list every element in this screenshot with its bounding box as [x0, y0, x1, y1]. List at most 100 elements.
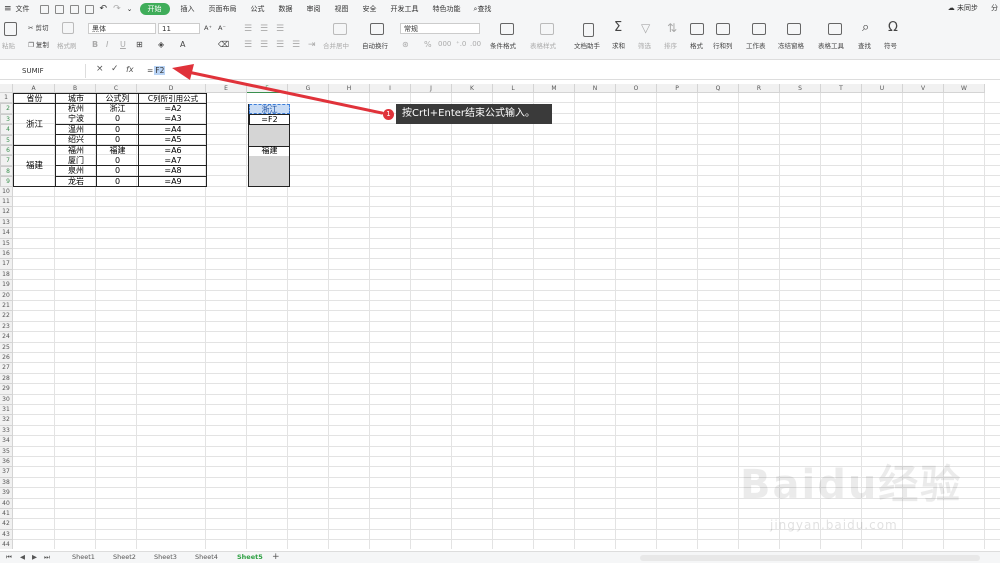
- filter-button[interactable]: 筛选: [638, 40, 651, 50]
- row-header-22[interactable]: 22: [0, 311, 13, 322]
- row-header-26[interactable]: 26: [0, 353, 13, 364]
- horizontal-scrollbar[interactable]: [640, 555, 980, 561]
- column-header-u[interactable]: U: [862, 84, 903, 93]
- redo-icon[interactable]: ↷: [113, 4, 121, 14]
- print-icon[interactable]: [69, 4, 79, 14]
- worksheet-icon[interactable]: [752, 23, 766, 35]
- column-header-k[interactable]: K: [452, 84, 493, 93]
- clear-icon[interactable]: ⌫: [218, 40, 229, 49]
- ref-cell[interactable]: =A7: [139, 156, 207, 166]
- cell-f2-source[interactable]: 浙江: [249, 104, 290, 115]
- indent-icon[interactable]: ⇥: [308, 40, 316, 50]
- row-header-29[interactable]: 29: [0, 384, 13, 395]
- decrease-decimal-icon[interactable]: .00: [470, 40, 481, 48]
- column-header-o[interactable]: O: [616, 84, 657, 93]
- merge-icon[interactable]: [333, 23, 347, 35]
- row-header-35[interactable]: 35: [0, 446, 13, 457]
- ref-cell[interactable]: =A3: [139, 114, 207, 124]
- row-header-37[interactable]: 37: [0, 467, 13, 478]
- row-header-44[interactable]: 44: [0, 540, 13, 549]
- row-header-1[interactable]: 1: [0, 93, 13, 104]
- confirm-formula-icon[interactable]: ✓: [111, 64, 119, 74]
- city-cell[interactable]: 绍兴: [56, 135, 96, 145]
- row-header-36[interactable]: 36: [0, 457, 13, 468]
- row-header-2[interactable]: 2: [0, 103, 13, 114]
- city-cell[interactable]: 杭州: [56, 104, 96, 114]
- ref-cell[interactable]: =A4: [139, 125, 207, 135]
- filter-icon[interactable]: ▽: [641, 21, 650, 35]
- bold-icon[interactable]: B: [92, 40, 98, 49]
- row-header-42[interactable]: 42: [0, 519, 13, 530]
- font-color-icon[interactable]: A: [180, 40, 185, 49]
- column-header-h[interactable]: H: [329, 84, 370, 93]
- cell-f6[interactable]: 福建: [249, 146, 290, 156]
- row-header-5[interactable]: 5: [0, 134, 13, 145]
- table-tools-icon[interactable]: [828, 23, 842, 35]
- format-icon[interactable]: [690, 23, 704, 35]
- tab-special[interactable]: 特色功能: [426, 0, 468, 18]
- row-col-button[interactable]: 行和列: [713, 40, 733, 50]
- tab-security[interactable]: 安全: [356, 0, 384, 18]
- row-header-10[interactable]: 10: [0, 186, 13, 197]
- paste-icon[interactable]: [4, 22, 17, 36]
- row-header-7[interactable]: 7: [0, 155, 13, 166]
- row-header-18[interactable]: 18: [0, 269, 13, 281]
- next-sheet-icon[interactable]: ▶: [32, 552, 37, 563]
- row-header-30[interactable]: 30: [0, 394, 13, 405]
- column-header-r[interactable]: R: [739, 84, 780, 93]
- wrap-text-button[interactable]: 自动换行: [362, 40, 388, 50]
- column-header-t[interactable]: T: [821, 84, 862, 93]
- row-header-28[interactable]: 28: [0, 373, 13, 385]
- row-header-20[interactable]: 20: [0, 290, 13, 301]
- font-shrink-icon[interactable]: A⁻: [218, 24, 226, 32]
- row-header-38[interactable]: 38: [0, 477, 13, 489]
- tab-sheet3[interactable]: Sheet3: [154, 552, 177, 563]
- sort-icon[interactable]: ⇅: [667, 21, 677, 35]
- find-icon[interactable]: ⌕: [862, 20, 869, 35]
- row-header-4[interactable]: 4: [0, 124, 13, 135]
- formula-cell[interactable]: 0: [97, 114, 138, 124]
- font-size-select[interactable]: 11: [158, 23, 200, 34]
- currency-icon[interactable]: ⊛: [402, 40, 409, 49]
- fill-color-icon[interactable]: ◈: [158, 40, 164, 49]
- column-header-a[interactable]: A: [13, 84, 55, 93]
- column-header-d[interactable]: D: [137, 84, 206, 93]
- row-header-39[interactable]: 39: [0, 488, 13, 499]
- thousands-icon[interactable]: 000: [438, 40, 451, 48]
- column-header-l[interactable]: L: [493, 84, 534, 93]
- align-bottom-icon[interactable]: ☰: [276, 24, 284, 34]
- add-sheet-button[interactable]: +: [272, 552, 280, 563]
- city-cell[interactable]: 福州: [56, 146, 96, 156]
- font-family-select[interactable]: 黑体: [88, 23, 156, 34]
- file-menu[interactable]: 文件: [14, 0, 37, 18]
- row-header-31[interactable]: 31: [0, 405, 13, 416]
- align-left-icon[interactable]: ☰: [244, 40, 252, 50]
- column-header-q[interactable]: Q: [698, 84, 739, 93]
- tab-review[interactable]: 审阅: [300, 0, 328, 18]
- table-tools-button[interactable]: 表格工具: [818, 40, 844, 50]
- tab-sheet4[interactable]: Sheet4: [195, 552, 218, 563]
- row-header-41[interactable]: 41: [0, 509, 13, 520]
- hamburger-icon[interactable]: ≡: [4, 4, 12, 14]
- formula-cell[interactable]: 0: [97, 166, 138, 176]
- row-header-9[interactable]: 9: [0, 176, 13, 187]
- prev-sheet-icon[interactable]: ◀: [20, 552, 25, 563]
- symbol-icon[interactable]: Ω: [888, 20, 898, 35]
- align-center-icon[interactable]: ☰: [260, 40, 268, 50]
- sync-status[interactable]: ☁ 未同步: [948, 3, 978, 13]
- column-header-j[interactable]: J: [411, 84, 452, 93]
- row-header-33[interactable]: 33: [0, 425, 13, 437]
- sort-button[interactable]: 排序: [664, 40, 677, 50]
- doc-helper-button[interactable]: 文档助手: [574, 40, 600, 50]
- row-header-6[interactable]: 6: [0, 145, 13, 156]
- number-format-select[interactable]: 常规: [400, 23, 480, 34]
- format-button[interactable]: 格式: [690, 40, 703, 50]
- cell-f3-active-formula[interactable]: =F2: [249, 114, 290, 125]
- align-middle-icon[interactable]: ☰: [260, 24, 268, 34]
- search-button[interactable]: ⌕查找: [474, 4, 492, 14]
- tab-data[interactable]: 数据: [272, 0, 300, 18]
- print-preview-icon[interactable]: [54, 4, 64, 14]
- row-header-12[interactable]: 12: [0, 207, 13, 218]
- column-header-n[interactable]: N: [575, 84, 616, 93]
- ref-cell[interactable]: =A6: [139, 146, 207, 156]
